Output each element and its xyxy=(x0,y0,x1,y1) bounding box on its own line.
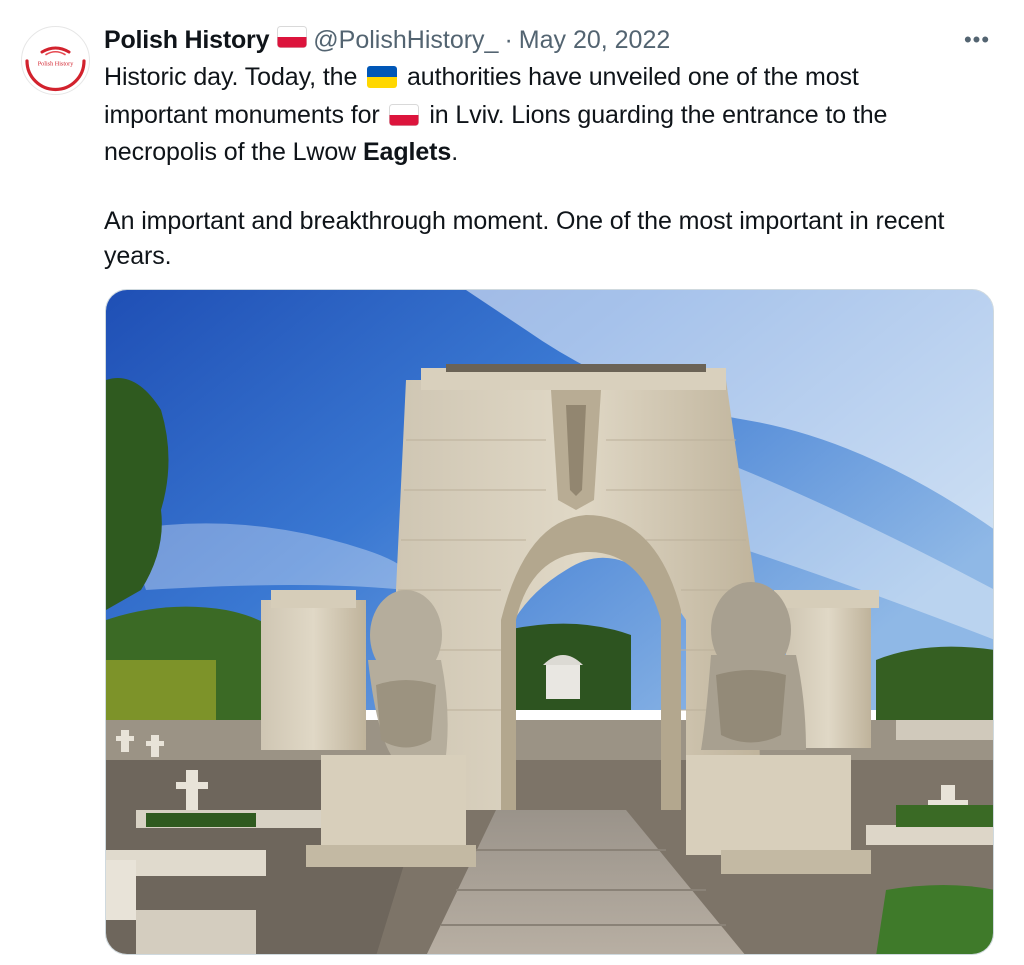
text-segment: important monuments for xyxy=(104,100,380,129)
ukraine-flag-icon xyxy=(367,63,398,98)
text-segment: in Lviv. Lions guarding the entrance to … xyxy=(429,100,888,129)
avatar-logo-icon: Polish History xyxy=(22,27,89,94)
author-handle[interactable]: @PolishHistory_ xyxy=(313,26,498,55)
author-avatar[interactable]: Polish History xyxy=(21,26,90,95)
text-segment: . xyxy=(451,138,459,166)
display-name[interactable]: Polish History xyxy=(104,26,269,55)
poland-flag-icon xyxy=(389,101,420,136)
hashtag-eaglets: Eaglets xyxy=(362,138,452,166)
tweet-media-photo[interactable] xyxy=(105,289,994,955)
avatar-brand-text: Polish History xyxy=(38,61,74,68)
text-segment: Historic day. Today, the xyxy=(104,63,358,91)
text-segment: necropolis of the Lwow xyxy=(104,138,357,166)
tweet-paragraph-1: Historic day. Today, the authorities hav… xyxy=(104,60,984,170)
poland-flag-icon xyxy=(277,25,308,55)
memorial-photo-icon xyxy=(106,290,993,954)
more-options-icon[interactable]: ••• xyxy=(962,27,992,53)
header-separator: · xyxy=(504,25,513,54)
tweet-date[interactable]: May 20, 2022 xyxy=(519,26,671,55)
tweet[interactable]: Polish History Polish History @PolishHis… xyxy=(0,0,1024,965)
tweet-text: Historic day. Today, the authorities hav… xyxy=(104,60,984,273)
text-segment: authorities have unveiled one of the mos… xyxy=(407,63,859,91)
tweet-header: Polish History @PolishHistory_ · May 20,… xyxy=(104,24,670,56)
tweet-paragraph-2: An important and breakthrough moment. On… xyxy=(104,207,945,270)
